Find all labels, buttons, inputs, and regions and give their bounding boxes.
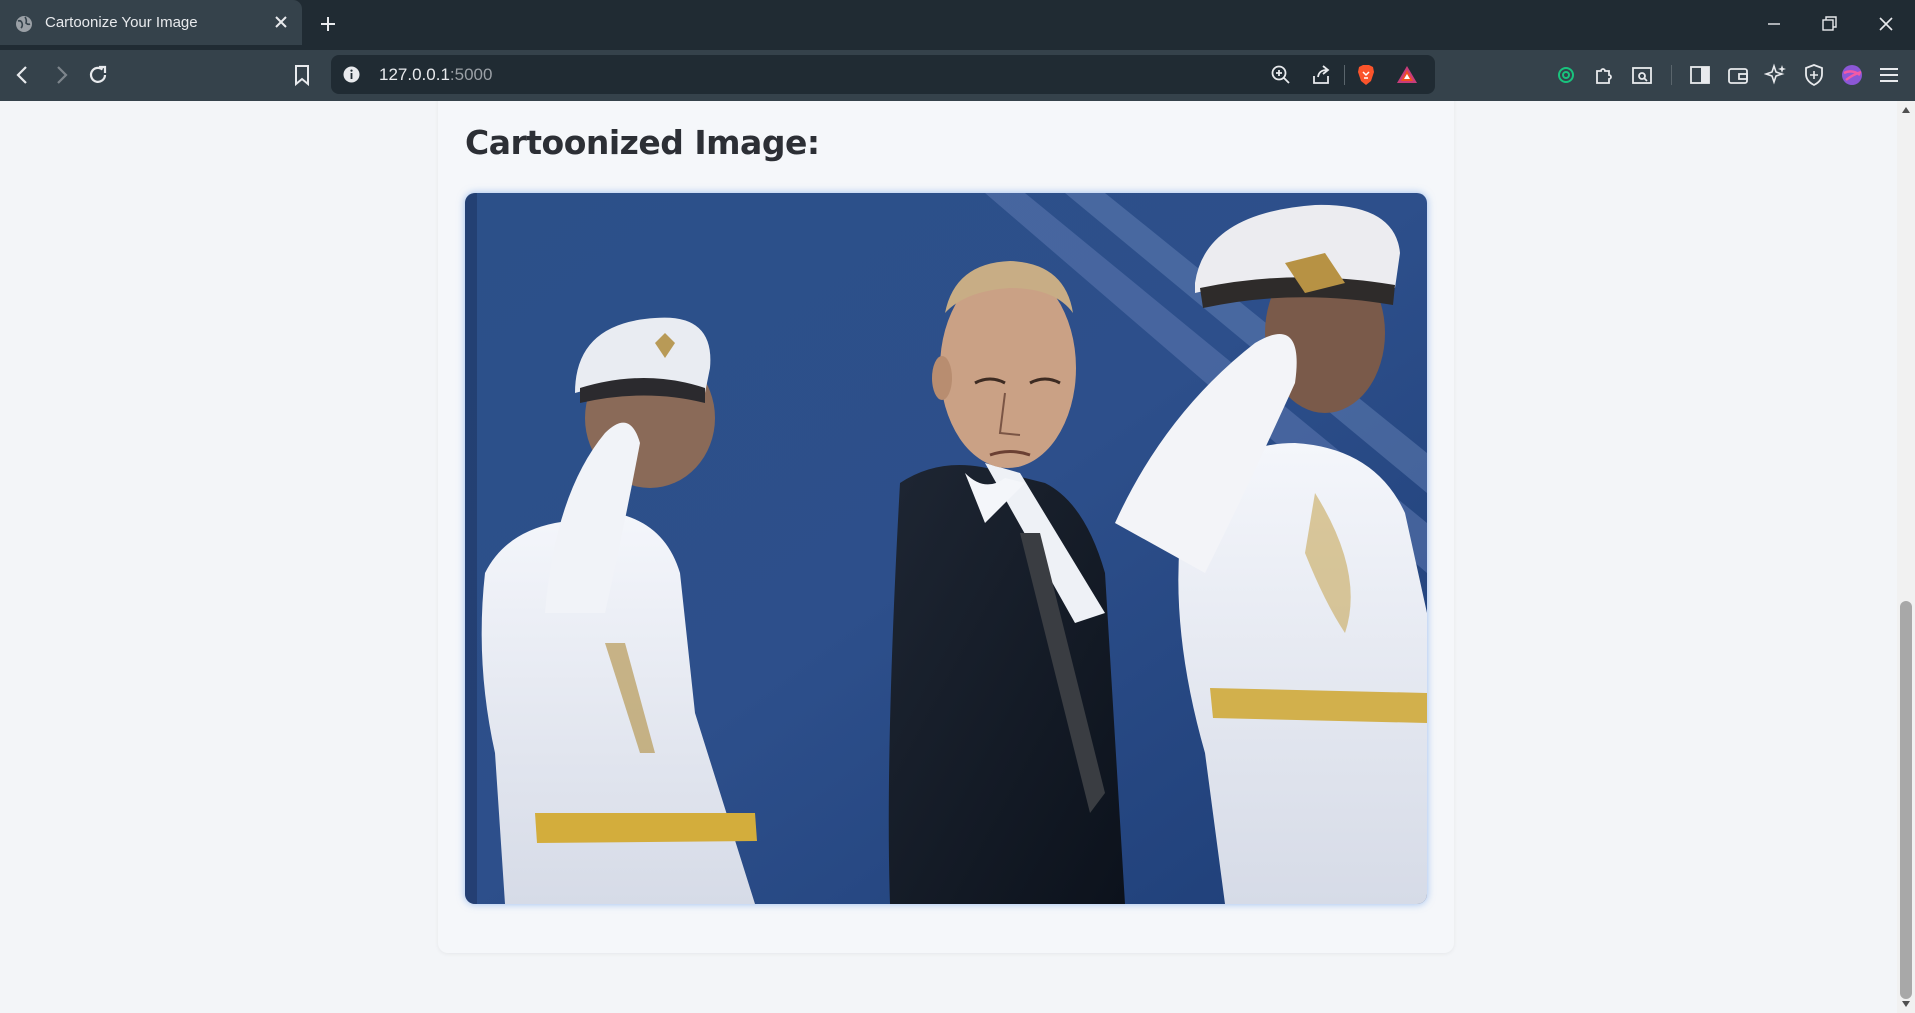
minimize-icon[interactable] xyxy=(1764,14,1784,34)
bookmark-icon[interactable] xyxy=(290,63,314,87)
info-icon[interactable] xyxy=(343,66,360,83)
scroll-thumb[interactable] xyxy=(1900,601,1912,999)
cartoonized-image xyxy=(465,193,1427,904)
profile-icon[interactable] xyxy=(1840,63,1864,87)
vpn-icon[interactable] xyxy=(1802,63,1826,87)
scroll-up-icon[interactable] xyxy=(1901,105,1911,115)
restore-icon[interactable] xyxy=(1819,14,1839,34)
close-tab-icon[interactable] xyxy=(272,13,290,31)
forward-icon[interactable] xyxy=(49,63,73,87)
url-port: :5000 xyxy=(449,65,493,84)
globe-icon xyxy=(16,16,32,32)
page-scrollbar[interactable] xyxy=(1897,101,1915,1013)
scroll-down-icon[interactable] xyxy=(1901,999,1911,1009)
new-tab-icon[interactable] xyxy=(318,14,338,34)
reload-icon[interactable] xyxy=(86,63,110,87)
leo-ai-icon[interactable] xyxy=(1764,63,1788,87)
menu-icon[interactable] xyxy=(1877,63,1901,87)
brave-rewards-icon[interactable] xyxy=(1395,63,1419,87)
tab-strip: Cartoonize Your Image xyxy=(0,0,1915,50)
brave-shields-icon[interactable] xyxy=(1354,63,1378,87)
browser-toolbar: 127.0.0.1:5000 xyxy=(0,50,1915,101)
tab-title: Cartoonize Your Image xyxy=(45,14,198,31)
url-host: 127.0.0.1 xyxy=(379,65,450,84)
divider xyxy=(1344,65,1345,85)
zoom-icon[interactable] xyxy=(1269,63,1293,87)
screenshot-icon[interactable] xyxy=(1630,63,1654,87)
page-heading: Cartoonized Image: xyxy=(465,123,820,162)
extensions-icon[interactable] xyxy=(1592,63,1616,87)
url-text: 127.0.0.1:5000 xyxy=(379,65,492,85)
wallet-icon[interactable] xyxy=(1726,63,1750,87)
share-icon[interactable] xyxy=(1310,63,1334,87)
chatgpt-extension-icon[interactable] xyxy=(1554,63,1578,87)
back-icon[interactable] xyxy=(11,63,35,87)
close-window-icon[interactable] xyxy=(1876,14,1896,34)
browser-tab[interactable]: Cartoonize Your Image xyxy=(0,0,302,45)
cartoon-illustration xyxy=(465,193,1427,904)
address-bar[interactable]: 127.0.0.1:5000 xyxy=(331,55,1435,94)
sidebar-icon[interactable] xyxy=(1688,63,1712,87)
page-viewport: Cartoonized Image: xyxy=(0,101,1897,1013)
divider xyxy=(1671,65,1672,85)
